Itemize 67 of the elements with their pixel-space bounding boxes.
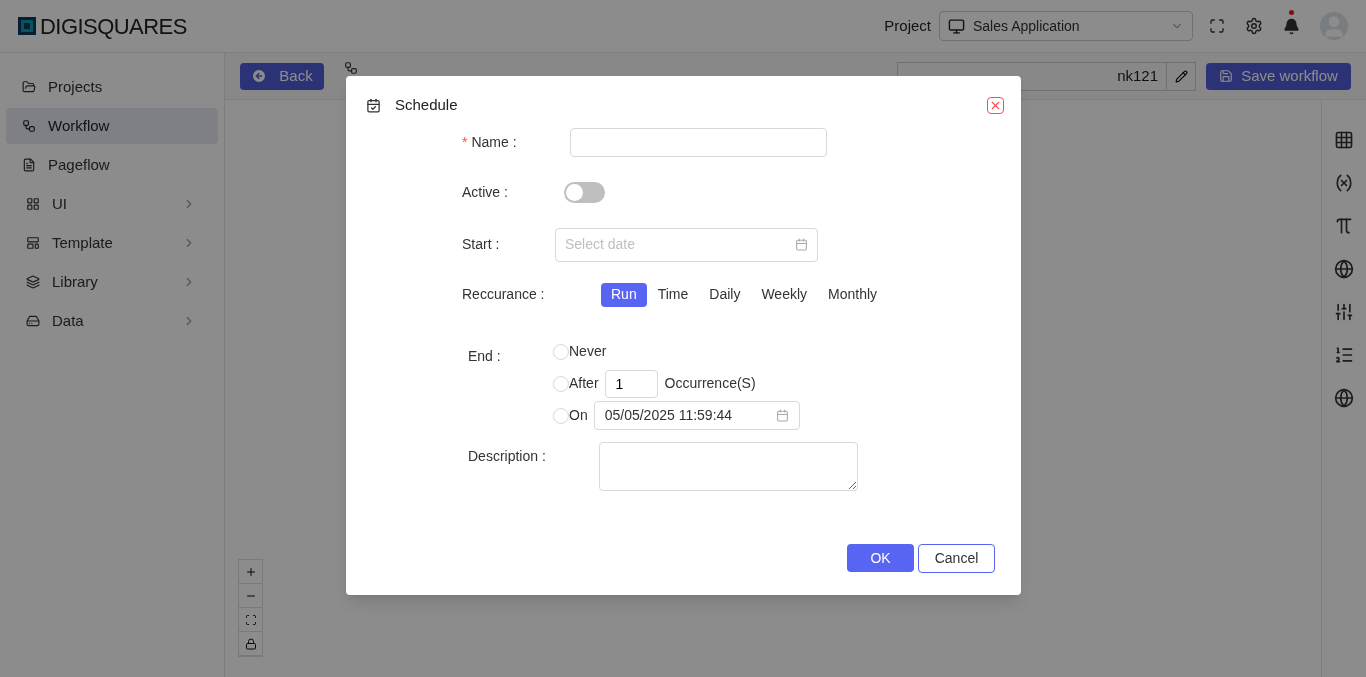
field-label: End : (468, 346, 501, 366)
menu-icon (26, 236, 40, 250)
description-field[interactable] (599, 441, 858, 491)
recurrence-option[interactable]: Daily (699, 282, 751, 307)
settings-icon[interactable] (1245, 17, 1263, 35)
field-label: Active : (462, 183, 508, 202)
recurrence-option[interactable]: Run (601, 282, 647, 307)
logo-text: DIGISQUARES (40, 12, 187, 41)
fit-icon (244, 613, 257, 626)
bell-icon[interactable] (1283, 17, 1300, 35)
radio-label: After (569, 374, 599, 393)
arrow-left-icon (251, 68, 268, 84)
sidebar-item[interactable]: Library (6, 264, 218, 300)
globe-icon[interactable] (1334, 259, 1354, 279)
sidebar-item[interactable]: Template (6, 225, 218, 261)
back-button[interactable]: Back (240, 62, 324, 90)
plus-icon (244, 565, 257, 578)
workflow-icon (344, 61, 358, 75)
edit-button[interactable] (1167, 61, 1196, 91)
field-label: Reccurance : (462, 285, 545, 304)
calendar-icon (775, 409, 789, 422)
menu-icon (26, 275, 40, 289)
calendar-icon (366, 97, 381, 113)
recurrence-option[interactable]: Monthly (818, 282, 888, 307)
dialog-title: Schedule (395, 95, 458, 115)
menu-icon (22, 119, 36, 133)
grid-icon[interactable] (1334, 130, 1354, 150)
calendar-icon (795, 238, 808, 251)
sidebar-item[interactable]: Data (6, 303, 218, 339)
project-select[interactable]: Sales Application (939, 11, 1193, 41)
menu-icon (26, 314, 40, 328)
menu-icon (22, 80, 36, 94)
sidebar-item[interactable]: Workflow (6, 108, 218, 144)
recurrence-option[interactable]: Time (647, 282, 699, 307)
lock-icon (244, 637, 257, 650)
ok-button[interactable]: OK (847, 544, 914, 572)
monitor-icon (948, 17, 965, 35)
menu-icon (26, 197, 40, 211)
globe-icon[interactable] (1334, 388, 1354, 408)
sidebar-item[interactable]: Pageflow (6, 147, 218, 183)
recurrence-option[interactable]: Weekly (751, 282, 818, 307)
required-asterisk: * (462, 133, 468, 152)
occurrence-label: Occurrence(S) (664, 374, 756, 393)
sliders-icon[interactable] (1334, 302, 1354, 322)
save-icon (1219, 69, 1234, 83)
radio-label: Never (569, 342, 607, 361)
variable-icon[interactable] (1334, 173, 1354, 193)
sidebar-item[interactable]: UI (6, 186, 218, 222)
radio-label: On (569, 406, 588, 425)
name-input-field[interactable] (570, 128, 827, 157)
occurrence-count-field[interactable]: 1 (604, 369, 658, 398)
close-button[interactable] (987, 96, 1004, 114)
field-label: Start : (462, 235, 500, 254)
end-date-field[interactable]: 05/05/2025 11:59:44 (593, 401, 800, 430)
save-workflow-button[interactable]: Save workflow (1206, 62, 1351, 90)
field-label: Description : (468, 446, 546, 466)
active-toggle[interactable] (564, 182, 605, 203)
logo-icon (18, 17, 36, 35)
menu-icon (22, 158, 36, 172)
pencil-icon (1174, 69, 1188, 83)
cancel-button[interactable]: Cancel (918, 544, 995, 573)
sidebar-item[interactable]: Projects (6, 69, 218, 105)
field-label: Name : (471, 133, 517, 152)
project-label: Project (884, 15, 931, 36)
fullscreen-icon[interactable] (1209, 18, 1225, 34)
pi-icon[interactable] (1334, 216, 1354, 236)
numbered-list-icon[interactable] (1334, 345, 1354, 365)
